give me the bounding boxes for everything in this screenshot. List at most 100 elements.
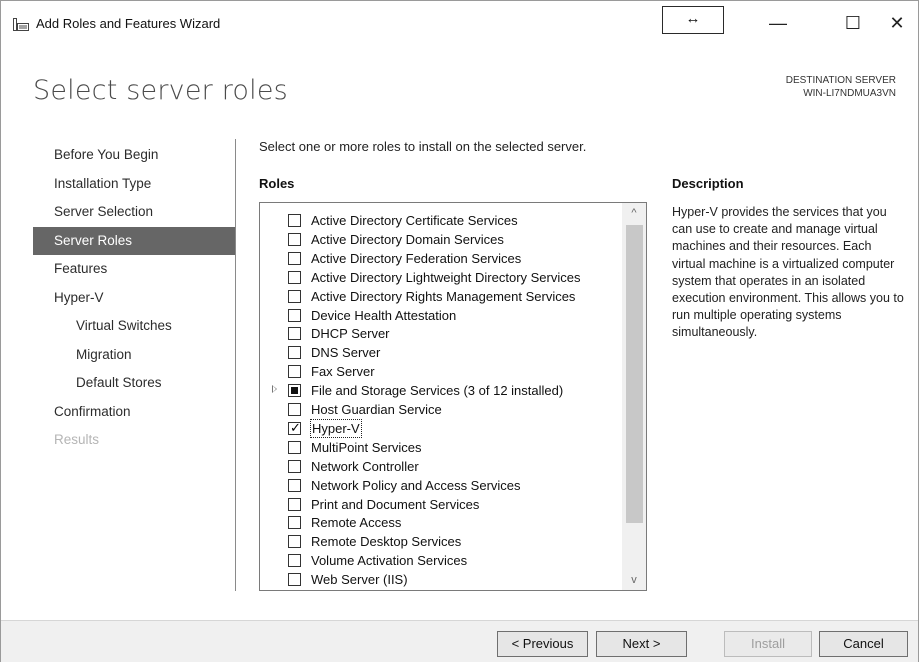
role-list-item[interactable]: File and Storage Services (3 of 12 insta… [260,381,620,400]
wizard-step-nav: Before You Begin Installation Type Server … [33,141,235,455]
role-label: MultiPoint Services [311,439,422,455]
role-label: Active Directory Lightweight Directory S… [311,269,581,285]
role-label: DNS Server [311,345,381,361]
close-button[interactable]: ✕ [877,9,917,37]
role-label: File and Storage Services (3 of 12 insta… [311,383,564,399]
description-heading: Description [672,176,744,191]
role-checkbox[interactable] [288,459,301,473]
wizard-window: Add Roles and Features Wizard ↔ — ☐ ✕ Se… [0,0,919,662]
role-checkbox[interactable] [288,573,301,587]
install-button[interactable]: Install [724,631,812,657]
role-label: Network Policy and Access Services [311,477,521,493]
role-label: Volume Activation Services [311,553,468,569]
role-list-item[interactable]: Active Directory Rights Management Servi… [260,287,620,306]
role-list-item[interactable]: Active Directory Domain Services [260,230,620,249]
role-checkbox[interactable] [288,346,301,360]
role-label: DHCP Server [311,326,390,342]
nav-step-item: Results [54,432,100,447]
role-label: Hyper-V [310,418,362,438]
role-checkbox[interactable] [288,384,301,398]
role-checkbox[interactable]: ✓ [288,419,301,435]
role-list-item[interactable]: Active Directory Lightweight Directory S… [260,268,620,287]
role-checkbox[interactable] [288,497,301,511]
nav-step-item[interactable]: Features [33,255,235,284]
description-text: Hyper-V provides the services that you c… [672,205,904,340]
role-checkbox[interactable] [288,478,301,492]
nav-step-item[interactable]: Server Selection [33,198,235,227]
role-list-item[interactable]: Network Policy and Access Services [260,476,620,495]
nav-step-item[interactable]: Default Stores [33,369,235,398]
role-list-item[interactable]: Active Directory Federation Services [260,249,620,268]
role-label: Network Controller [311,458,419,474]
role-list-item[interactable]: Volume Activation Services [260,551,620,570]
role-checkbox[interactable] [288,289,301,303]
scroll-down-arrow-icon[interactable]: v [622,570,646,590]
role-list-item[interactable]: Host Guardian Service [260,400,620,419]
role-checkbox[interactable] [288,308,301,322]
role-label: Active Directory Certificate Services [311,213,518,228]
nav-step-item[interactable]: Before You Begin [33,141,235,170]
nav-step-item[interactable]: Server Roles [33,226,235,255]
role-checkbox[interactable] [288,214,301,227]
title-bar[interactable]: Add Roles and Features Wizard ↔ — ☐ ✕ [1,1,918,41]
expand-arrow-icon[interactable] [272,385,277,394]
destination-server-name: WIN-LI7NDMUA3VN [803,88,896,99]
nav-step-item[interactable]: Confirmation [33,398,235,427]
checkmark-icon: ✓ [290,419,301,435]
nav-step-item[interactable]: Installation Type [33,170,235,199]
nav-step-item[interactable]: Migration [33,341,235,370]
role-checkbox[interactable] [288,365,301,379]
role-label: Host Guardian Service [311,402,442,417]
nav-step-item[interactable]: Virtual Switches [33,312,235,341]
role-list-item[interactable]: Network Controller [260,457,620,476]
role-label: Web Server (IIS) [311,572,408,588]
role-list-item[interactable]: Fax Server [260,362,620,381]
role-checkbox[interactable] [288,251,301,265]
role-checkbox[interactable] [288,440,301,454]
role-checkbox[interactable] [288,535,301,549]
scroll-up-arrow-icon[interactable]: ^ [622,203,646,223]
role-label: Active Directory Domain Services [311,231,504,247]
server-manager-icon [13,18,29,31]
resize-icon[interactable]: ↔ [662,6,724,34]
next-button[interactable]: Next > [596,631,687,657]
role-list-item[interactable]: MultiPoint Services [260,438,620,457]
roles-heading: Roles [259,176,295,191]
role-checkbox[interactable] [288,232,301,246]
role-label: Print and Document Services [311,496,480,512]
role-list-item[interactable]: DNS Server [260,343,620,362]
role-label: Device Health Attestation [311,307,457,323]
window-title: Add Roles and Features Wizard [36,16,221,31]
role-checkbox[interactable] [288,516,301,530]
role-label: Remote Access [311,515,402,531]
role-checkbox[interactable] [288,270,301,284]
page-title: Select server roles [33,75,288,106]
minimize-button[interactable]: — [758,9,798,37]
instruction-text: Select one or more roles to install on t… [259,139,587,154]
nav-step-item[interactable]: Hyper-V [33,284,235,313]
destination-server: DESTINATION SERVER WIN-LI7NDMUA3VN [786,74,896,100]
role-list-item[interactable]: DHCP Server [260,324,620,343]
destination-server-label: DESTINATION SERVER [785,75,896,86]
nav-divider [235,139,236,591]
role-label: Fax Server [311,364,375,380]
role-checkbox[interactable] [288,403,301,416]
role-list-item[interactable]: Remote Desktop Services [260,532,620,551]
roles-scrollbar[interactable]: ^ v [622,203,646,590]
role-list-item[interactable]: Remote Access [260,513,620,532]
role-list-item[interactable]: Print and Document Services [260,495,620,514]
role-label: Remote Desktop Services [311,534,462,550]
scroll-thumb[interactable] [626,225,643,523]
maximize-button[interactable]: ☐ [833,9,873,37]
role-list-item[interactable]: Active Directory Certificate Services [260,211,620,230]
role-list-item[interactable]: ✓ Hyper-V [260,418,620,438]
role-checkbox[interactable] [288,327,301,341]
previous-button[interactable]: < Previous [497,631,588,657]
role-label: Active Directory Federation Services [311,250,522,266]
role-list-item[interactable]: Web Server (IIS) [260,570,620,589]
role-checkbox[interactable] [288,554,301,568]
role-list-item[interactable]: Device Health Attestation [260,306,620,325]
cancel-button[interactable]: Cancel [819,631,908,657]
role-label: Active Directory Rights Management Servi… [311,288,576,304]
roles-list[interactable]: Web Server (IIS) Volume Activation Servic… [259,202,647,591]
